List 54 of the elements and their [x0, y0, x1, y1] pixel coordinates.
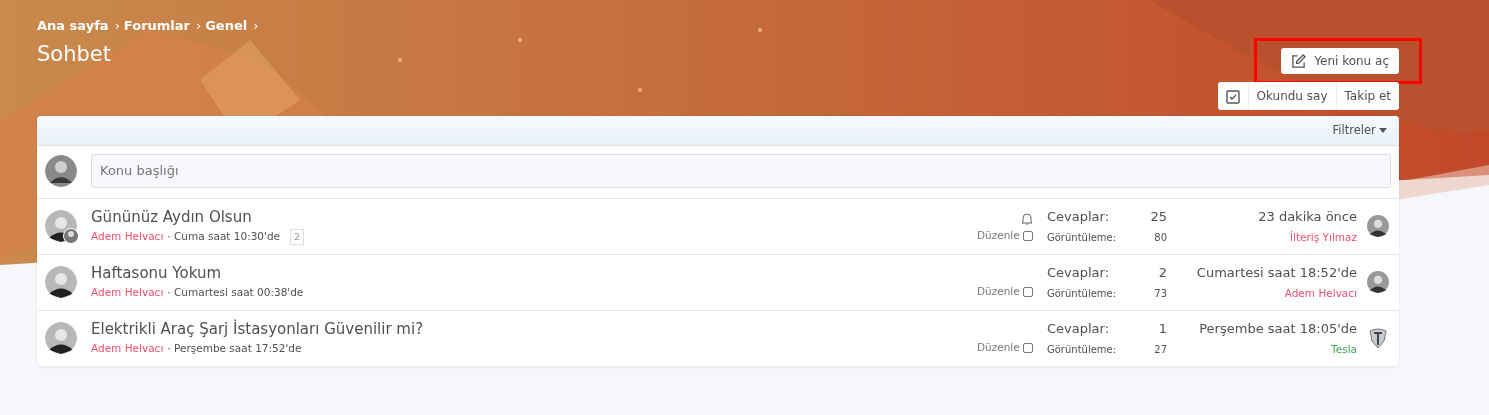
replies-label: Cevaplar: [1047, 320, 1110, 339]
follow-link[interactable]: Takip et [1336, 82, 1399, 110]
views-count: 27 [1154, 343, 1167, 358]
breadcrumb-separator: › [114, 17, 120, 35]
page-title: Sohbet [37, 42, 111, 68]
last-poster-link[interactable]: İlteriş Yılmaz [1167, 229, 1357, 246]
replies-count: 25 [1150, 208, 1167, 227]
replies-count: 2 [1158, 264, 1167, 283]
page-link[interactable]: 2 [290, 228, 305, 245]
breadcrumb-link[interactable]: Genel [205, 16, 248, 36]
caret-icon [1379, 128, 1387, 134]
edit-icon [1291, 53, 1307, 69]
avatar-icon [1367, 215, 1389, 238]
thread-title-link[interactable]: Elektrikli Araç Şarj İstasyonları Güvenilir mi? [91, 319, 973, 338]
breadcrumb-link[interactable]: Ana sayfa [37, 16, 109, 36]
select-checkbox[interactable] [1023, 343, 1033, 354]
edit-link[interactable]: Düzenle [977, 340, 1020, 357]
views-count: 80 [1154, 231, 1167, 246]
breadcrumb-separator: › [196, 17, 202, 35]
select-checkbox[interactable] [1023, 231, 1033, 242]
mark-read-link[interactable]: Okundu say [1248, 82, 1337, 110]
start-date: · Perşembe saat 17:52'de [167, 341, 302, 356]
shield-icon [1367, 327, 1389, 350]
thread-title-link[interactable]: Gününüz Aydın Olsun [91, 207, 973, 226]
avatar-icon [45, 322, 77, 355]
views-count: 73 [1154, 287, 1167, 302]
start-date: · Cumartesi saat 00:38'de [167, 285, 304, 300]
edit-link[interactable]: Düzenle [977, 228, 1020, 245]
thread-title-link[interactable]: Haftasonu Yokum [91, 263, 973, 282]
avatar-icon [45, 266, 77, 299]
last-post-time[interactable]: Cumartesi saat 18:52'de [1167, 263, 1357, 283]
last-poster-link[interactable]: Tesla [1167, 341, 1357, 358]
start-date: · Cuma saat 10:30'de [167, 229, 281, 244]
author-link[interactable]: Adem Helvacı [91, 285, 164, 301]
views-label: Görüntüleme: [1047, 343, 1117, 358]
author-link[interactable]: Adem Helvacı [91, 229, 164, 245]
replies-label: Cevaplar: [1047, 264, 1110, 283]
avatar-icon [45, 155, 77, 187]
breadcrumb-separator: › [253, 17, 259, 35]
views-label: Görüntüleme: [1047, 231, 1117, 246]
new-thread-button[interactable]: Yeni konu aç [1281, 48, 1399, 74]
last-poster-link[interactable]: Adem Helvacı [1167, 285, 1357, 302]
avatar-icon [1367, 271, 1389, 294]
replies-label: Cevaplar: [1047, 208, 1110, 227]
last-post-time[interactable]: 23 dakika önce [1167, 207, 1357, 227]
replies-count: 1 [1158, 320, 1167, 339]
last-post-time[interactable]: Perşembe saat 18:05'de [1167, 319, 1357, 339]
filters-menu[interactable]: Filtreler [1332, 122, 1387, 140]
views-label: Görüntüleme: [1047, 287, 1117, 302]
edit-link[interactable]: Düzenle [977, 284, 1020, 301]
select-checkbox[interactable] [1023, 287, 1033, 298]
breadcrumb-link[interactable]: Forumlar [123, 16, 190, 36]
thread-title-field[interactable]: Konu başlığı [91, 154, 1391, 188]
author-link[interactable]: Adem Helvacı [91, 341, 164, 357]
